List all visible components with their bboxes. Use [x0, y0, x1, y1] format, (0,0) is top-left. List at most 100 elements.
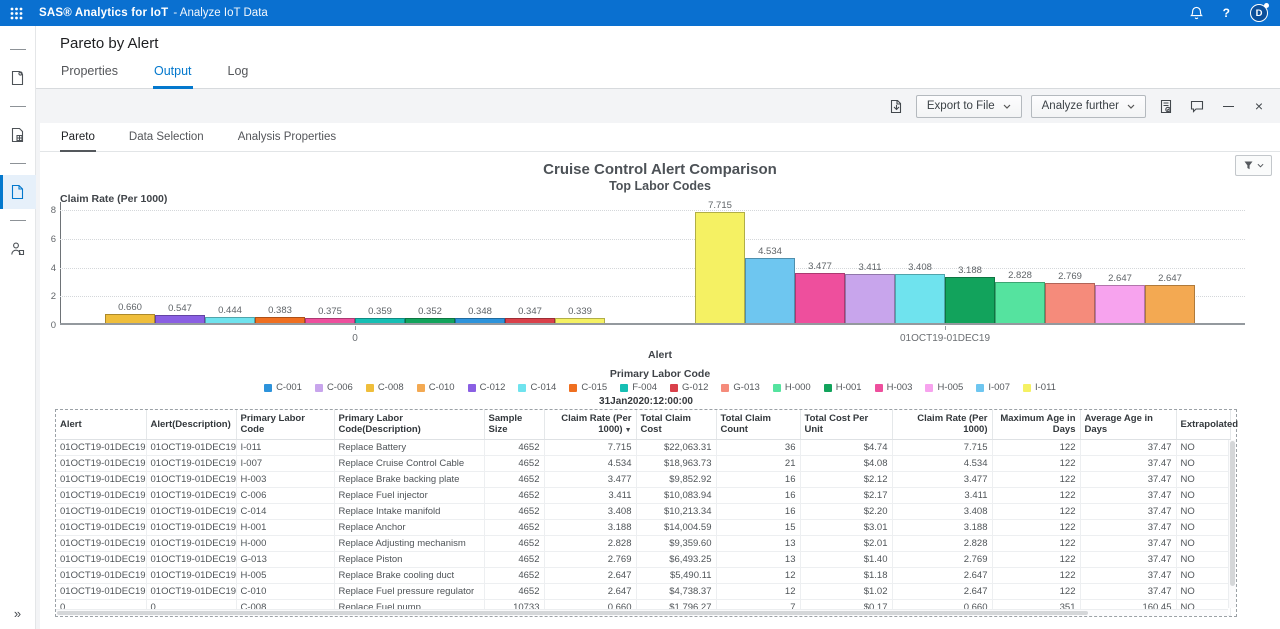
- vertical-scrollbar[interactable]: [1228, 440, 1236, 608]
- bar-H-000[interactable]: 2.828: [995, 282, 1045, 323]
- notifications-bell-icon[interactable]: [1190, 6, 1203, 20]
- tab-properties[interactable]: Properties: [60, 58, 119, 89]
- legend-swatch: [773, 384, 781, 392]
- legend-item-C-015[interactable]: C-015: [569, 382, 607, 393]
- table-cell: 37.47: [1080, 519, 1176, 535]
- table-row[interactable]: 01OCT19-01DEC1901OCT19-01DEC19I-011Repla…: [56, 439, 1230, 455]
- bar-H-003[interactable]: 3.477: [795, 273, 845, 323]
- column-header[interactable]: Primary Labor Code(Description): [334, 410, 484, 439]
- table-row[interactable]: 01OCT19-01DEC1901OCT19-01DEC19H-005Repla…: [56, 567, 1230, 583]
- column-header[interactable]: Alert: [56, 410, 146, 439]
- legend-label: C-006: [327, 382, 353, 393]
- bar-C-012[interactable]: 0.547: [155, 315, 205, 323]
- bar-C-010[interactable]: 2.647: [1145, 285, 1195, 323]
- table-cell: 16: [716, 503, 800, 519]
- table-row[interactable]: 01OCT19-01DEC1901OCT19-01DEC19G-013Repla…: [56, 551, 1230, 567]
- column-header[interactable]: Extrapolated: [1176, 410, 1230, 439]
- bar-H-005[interactable]: 2.647: [1095, 285, 1145, 323]
- tab-log[interactable]: Log: [227, 58, 250, 89]
- column-header[interactable]: Total Cost Per Unit: [800, 410, 892, 439]
- column-header[interactable]: Average Age in Days: [1080, 410, 1176, 439]
- pareto-chart: Cruise Control Alert Comparison Top Labo…: [40, 152, 1280, 395]
- column-header[interactable]: Maximum Age in Days: [992, 410, 1080, 439]
- table-cell: 122: [992, 567, 1080, 583]
- sidebar-item-output[interactable]: [0, 175, 36, 209]
- bar-H-001[interactable]: 3.188: [945, 277, 995, 323]
- table-row[interactable]: 01OCT19-01DEC1901OCT19-01DEC19H-003Repla…: [56, 471, 1230, 487]
- bar-G-012[interactable]: 0.347: [505, 318, 555, 323]
- legend-item-H-001[interactable]: H-001: [824, 382, 862, 393]
- sidebar-item-analysis-properties[interactable]: [0, 61, 36, 95]
- table-row[interactable]: 01OCT19-01DEC1901OCT19-01DEC19C-010Repla…: [56, 583, 1230, 599]
- bar-C-008[interactable]: 0.660: [105, 314, 155, 323]
- column-header[interactable]: Alert(Description): [146, 410, 236, 439]
- chart-filter-button[interactable]: [1235, 155, 1272, 176]
- bar-C-006[interactable]: 3.411: [845, 274, 895, 323]
- column-header[interactable]: Claim Rate (Per 1000): [892, 410, 992, 439]
- legend-label: F-004: [632, 382, 657, 393]
- report-details-icon[interactable]: [1155, 95, 1177, 117]
- bar-G-013[interactable]: 2.769: [1045, 283, 1095, 323]
- legend-item-I-011[interactable]: I-011: [1023, 382, 1056, 393]
- table-cell: 01OCT19-01DEC19: [146, 551, 236, 567]
- table-cell: $10,213.34: [636, 503, 716, 519]
- table-row[interactable]: 01OCT19-01DEC1901OCT19-01DEC19C-014Repla…: [56, 503, 1230, 519]
- table-row[interactable]: 01OCT19-01DEC1901OCT19-01DEC19H-000Repla…: [56, 535, 1230, 551]
- legend-item-C-010[interactable]: C-010: [417, 382, 455, 393]
- column-header[interactable]: Claim Rate (Per 1000)▼: [544, 410, 636, 439]
- results-table[interactable]: AlertAlert(Description)Primary Labor Cod…: [55, 409, 1237, 617]
- legend-item-C-012[interactable]: C-012: [468, 382, 506, 393]
- comments-icon[interactable]: [1186, 95, 1208, 117]
- bar-I-011[interactable]: 7.715: [695, 212, 745, 323]
- export-pdf-icon[interactable]: [885, 95, 907, 117]
- table-cell: 01OCT19-01DEC19: [146, 583, 236, 599]
- sidebar-expand-chevrons[interactable]: »: [14, 606, 21, 621]
- bar-C-014[interactable]: 0.444: [205, 317, 255, 323]
- bar-C-014[interactable]: 3.408: [895, 274, 945, 323]
- bar-C-015[interactable]: 0.383: [255, 317, 305, 323]
- table-row[interactable]: 01OCT19-01DEC1901OCT19-01DEC19C-006Repla…: [56, 487, 1230, 503]
- legend-item-G-012[interactable]: G-012: [670, 382, 708, 393]
- column-header[interactable]: Primary Labor Code: [236, 410, 334, 439]
- bar-H-001[interactable]: 0.352: [405, 318, 455, 323]
- legend-item-C-001[interactable]: C-001: [264, 382, 302, 393]
- table-cell: $18,963.73: [636, 455, 716, 471]
- legend-item-C-006[interactable]: C-006: [315, 382, 353, 393]
- legend-item-C-008[interactable]: C-008: [366, 382, 404, 393]
- subtab-analysis-properties[interactable]: Analysis Properties: [237, 123, 337, 152]
- sidebar-item-data[interactable]: [0, 118, 36, 152]
- legend-item-I-007[interactable]: I-007: [976, 382, 1010, 393]
- legend-item-H-000[interactable]: H-000: [773, 382, 811, 393]
- legend-item-G-013[interactable]: G-013: [721, 382, 759, 393]
- table-row[interactable]: 01OCT19-01DEC1901OCT19-01DEC19I-007Repla…: [56, 455, 1230, 471]
- horizontal-scrollbar[interactable]: [56, 609, 1228, 616]
- table-row[interactable]: 01OCT19-01DEC1901OCT19-01DEC19H-001Repla…: [56, 519, 1230, 535]
- subtab-pareto[interactable]: Pareto: [60, 123, 96, 152]
- subtab-data-selection[interactable]: Data Selection: [128, 123, 205, 152]
- legend-item-F-004[interactable]: F-004: [620, 382, 657, 393]
- help-icon[interactable]: ?: [1223, 6, 1230, 20]
- bar-I-011[interactable]: 0.339: [555, 318, 605, 323]
- bar-I-007[interactable]: 4.534: [745, 258, 795, 323]
- sidebar-item-users[interactable]: [0, 232, 36, 266]
- bar-H-003[interactable]: 0.375: [305, 318, 355, 323]
- export-to-file-button[interactable]: Export to File: [916, 95, 1022, 118]
- legend-item-C-014[interactable]: C-014: [518, 382, 556, 393]
- bar-C-001[interactable]: 0.348: [455, 318, 505, 323]
- legend-item-H-005[interactable]: H-005: [925, 382, 963, 393]
- table-cell: Replace Piston: [334, 551, 484, 567]
- bar-F-004[interactable]: 0.359: [355, 318, 405, 323]
- apps-grid-icon[interactable]: [10, 7, 23, 20]
- legend-item-H-003[interactable]: H-003: [875, 382, 913, 393]
- minimize-icon[interactable]: [1217, 95, 1239, 117]
- table-cell: 37.47: [1080, 503, 1176, 519]
- analyze-further-button[interactable]: Analyze further: [1031, 95, 1146, 118]
- user-avatar[interactable]: D: [1250, 4, 1268, 22]
- close-icon[interactable]: ×: [1248, 95, 1270, 117]
- column-header[interactable]: Sample Size: [484, 410, 544, 439]
- vertical-scrollbar-thumb[interactable]: [1230, 441, 1235, 586]
- column-header[interactable]: Total Claim Cost: [636, 410, 716, 439]
- horizontal-scrollbar-thumb[interactable]: [57, 611, 1088, 615]
- column-header[interactable]: Total Claim Count: [716, 410, 800, 439]
- tab-output[interactable]: Output: [153, 58, 193, 89]
